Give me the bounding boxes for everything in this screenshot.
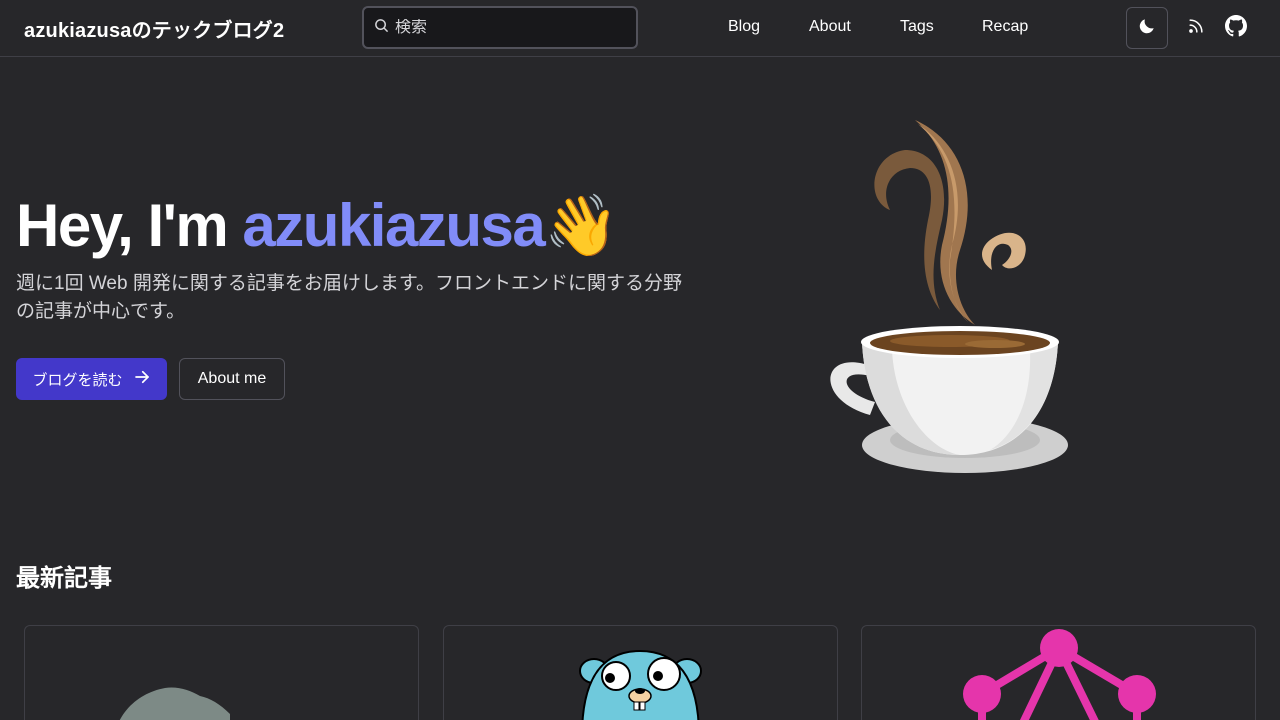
article-thumbnail (119, 687, 230, 720)
hero-title: Hey, I'm azukiazusa👋 (16, 190, 619, 261)
coffee-cup-illustration (830, 120, 1068, 473)
github-link[interactable] (1224, 14, 1248, 42)
arrow-right-icon (133, 368, 151, 390)
moon-icon (1137, 16, 1157, 41)
wave-emoji: 👋 (544, 192, 619, 259)
github-icon (1225, 14, 1247, 42)
gopher-thumbnail (579, 649, 702, 720)
article-card[interactable] (443, 625, 838, 720)
nav-tags[interactable]: Tags (900, 18, 934, 36)
rss-icon (1186, 16, 1206, 41)
site-title[interactable]: azukiazusaのテックブログ2 (24, 14, 284, 43)
hero-greeting: Hey, I'm (16, 192, 243, 259)
theme-toggle-button[interactable] (1126, 7, 1168, 49)
site-header: azukiazusaのテックブログ2 Blog About Tags Recap (0, 0, 1280, 57)
search-icon (374, 18, 389, 38)
hero-description: 週に1回 Web 開発に関する記事をお届けします。フロントエンドに関する分野の記… (16, 273, 682, 322)
read-blog-button[interactable]: ブログを読む (16, 358, 167, 400)
article-card[interactable] (861, 625, 1256, 720)
graphql-thumbnail (963, 629, 1156, 720)
nav-blog[interactable]: Blog (728, 18, 760, 36)
nav-recap[interactable]: Recap (982, 18, 1028, 36)
article-card[interactable] (24, 625, 419, 720)
about-me-button[interactable]: About me (179, 358, 285, 400)
hero-name: azukiazusa (242, 192, 545, 259)
search-box[interactable] (362, 6, 638, 49)
rss-link[interactable] (1184, 16, 1208, 40)
latest-posts-title: 最新記事 (16, 565, 112, 592)
nav-about[interactable]: About (809, 18, 851, 36)
read-blog-label: ブログを読む (32, 371, 123, 389)
search-input[interactable] (395, 18, 615, 37)
